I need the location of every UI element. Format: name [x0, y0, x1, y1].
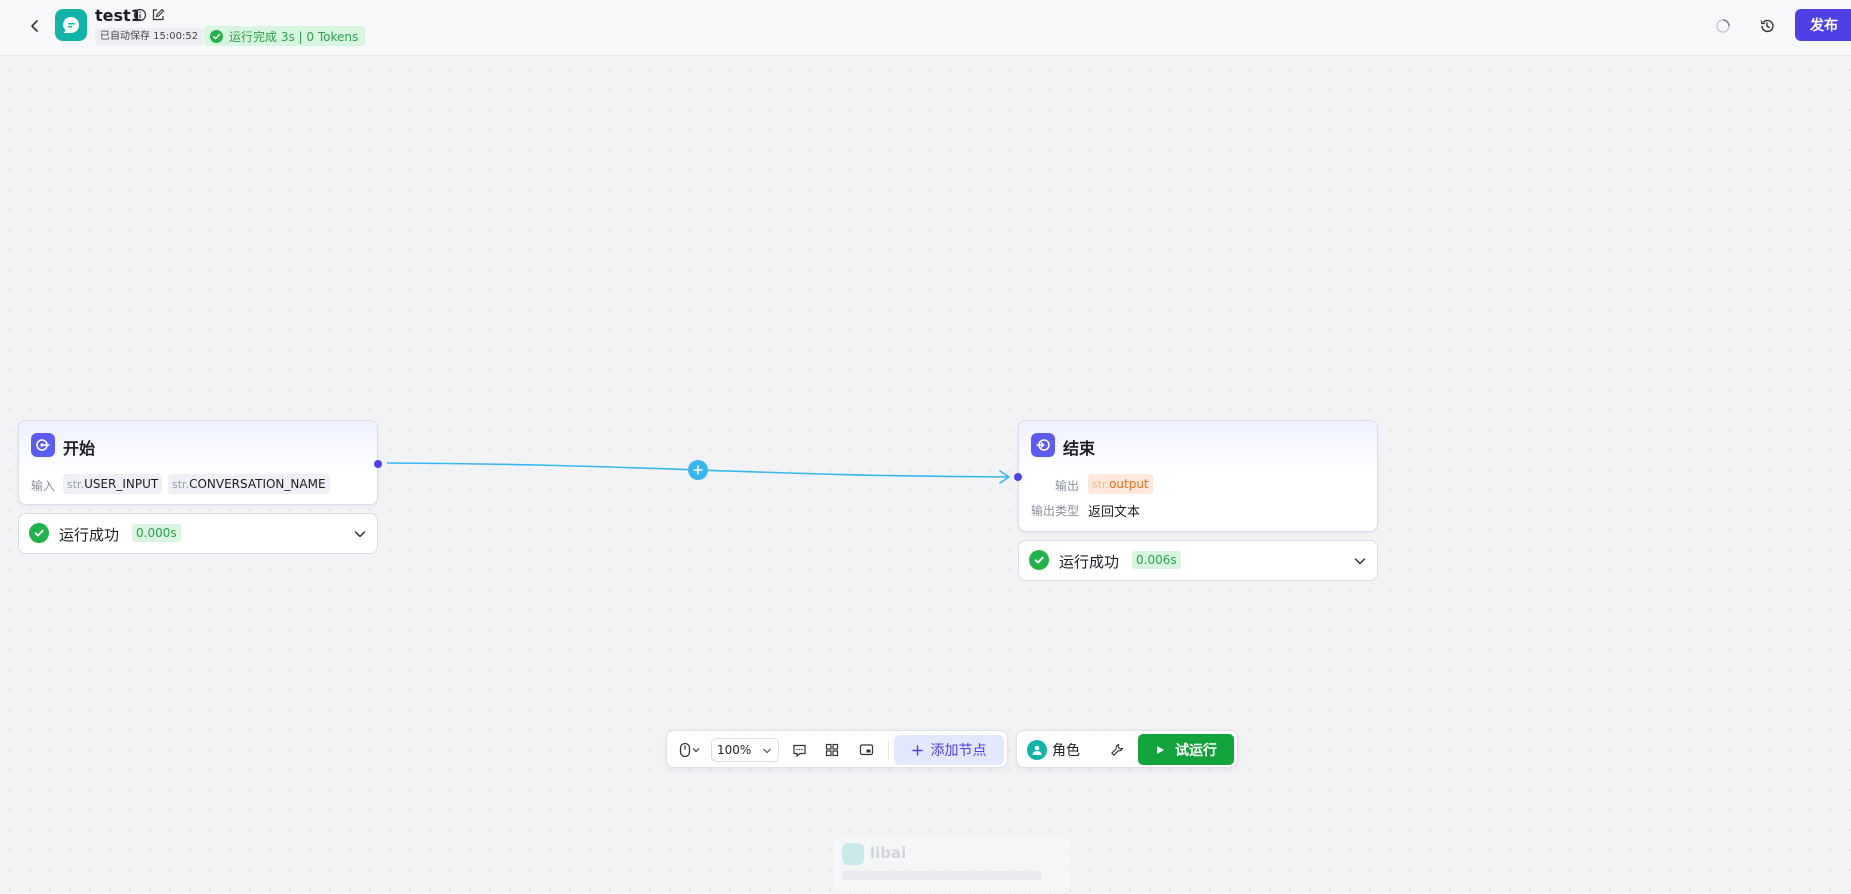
run-status-text: 运行完成 3s | 0 Tokens [229, 29, 359, 44]
result-label: 运行成功 [1059, 553, 1120, 571]
output-type-value: 返回文本 [1088, 505, 1141, 520]
try-run-button[interactable]: 试运行 [1138, 734, 1234, 765]
history-icon [1760, 19, 1774, 33]
check-icon [34, 529, 44, 537]
chevron-down-icon[interactable] [353, 527, 367, 541]
chevron-down-icon [763, 748, 771, 754]
start-node-title: 开始 [63, 439, 96, 458]
edit-icon[interactable] [151, 8, 165, 22]
loading-indicator [1711, 14, 1735, 38]
success-check [1029, 550, 1049, 570]
output-label: 输出 [1055, 479, 1080, 493]
grid-icon [825, 743, 839, 757]
edge-add-button[interactable] [688, 460, 708, 480]
end-run-result[interactable]: 运行成功 0.006s [1018, 540, 1378, 581]
try-run-label: 试运行 [1175, 742, 1217, 759]
role-avatar [1027, 740, 1047, 760]
app-logo [55, 9, 87, 41]
chevron-down-icon[interactable] [1353, 554, 1367, 568]
var-type: str. [67, 478, 85, 491]
user-icon [1032, 745, 1042, 755]
role-label: 角色 [1052, 743, 1080, 759]
top-header: test1 已自动保存 15:00:52 运行完成 3s | 0 Tokens … [0, 0, 1851, 56]
minimap-button[interactable] [854, 738, 878, 762]
wrench-icon [1111, 743, 1124, 756]
plus-icon [911, 744, 923, 756]
result-time-badge: 0.006s [1132, 551, 1181, 569]
back-button[interactable] [22, 13, 48, 39]
history-button[interactable] [1755, 14, 1779, 38]
start-node-icon-wrap [31, 433, 55, 457]
result-time-badge: 0.000s [132, 524, 181, 542]
end-node[interactable]: 结束 输出 str.output 输出类型 返回文本 [1014, 420, 1378, 532]
autosave-status: 已自动保存 15:00:52 [95, 28, 204, 45]
var-type: str. [172, 478, 190, 491]
plus-icon [693, 465, 703, 475]
input-label: 输入 [31, 479, 56, 493]
output-var-tag: str.output [1088, 474, 1153, 494]
role-button[interactable]: 角色 [1027, 738, 1080, 762]
play-icon [1157, 745, 1164, 754]
input-var-tag: str.CONVERSATION_NAME [168, 474, 330, 494]
debug-tools-button[interactable] [1105, 738, 1129, 762]
check-circle-icon [210, 29, 223, 43]
output-port[interactable] [374, 460, 382, 468]
input-var-tag: str.USER_INPUT [63, 474, 163, 494]
ghost-name: libai [870, 844, 907, 862]
mouse-icon [679, 742, 691, 758]
var-name: CONVERSATION_NAME [189, 477, 326, 491]
toolbar-divider [888, 741, 889, 759]
success-check [29, 523, 49, 543]
comment-button[interactable] [787, 738, 811, 762]
interaction-mode-button[interactable] [675, 738, 705, 762]
run-status-badge: 运行完成 3s | 0 Tokens [204, 26, 366, 46]
check-icon [1034, 556, 1044, 564]
app-chat-icon [63, 17, 79, 33]
chevron-down-icon [692, 748, 700, 753]
loading-icon [1716, 19, 1730, 33]
ghost-logo [842, 843, 864, 865]
end-node-icon [1036, 439, 1050, 451]
back-arrow-icon [31, 20, 38, 32]
start-node[interactable]: 开始 输入 str.USER_INPUT str.CONVERSATION_NA… [18, 420, 382, 505]
publish-button[interactable]: 发布 [1795, 9, 1851, 41]
result-label: 运行成功 [59, 526, 120, 544]
var-name: output [1109, 477, 1149, 491]
end-node-icon-wrap [1031, 433, 1055, 457]
ghost-description [842, 871, 1042, 880]
zoom-value: 100% [717, 743, 752, 757]
var-name: USER_INPUT [84, 477, 159, 491]
add-node-label: 添加节点 [930, 743, 987, 759]
canvas-toolbar: 100% 添加节点 [666, 730, 1008, 768]
faded-agent-card: libai [834, 836, 1070, 892]
minimap-icon [859, 744, 873, 756]
info-icon[interactable] [133, 8, 147, 22]
run-toolbar: 角色 试运行 [1016, 730, 1238, 768]
add-node-button[interactable]: 添加节点 [894, 735, 1004, 765]
auto-layout-button[interactable] [820, 738, 844, 762]
var-type: str. [1092, 478, 1110, 491]
comment-icon [792, 744, 806, 757]
zoom-select[interactable]: 100% [711, 738, 779, 762]
start-run-result[interactable]: 运行成功 0.000s [18, 513, 378, 554]
output-type-label: 输出类型 [1031, 504, 1080, 518]
input-port[interactable] [1014, 473, 1022, 481]
end-node-title: 结束 [1063, 439, 1096, 458]
start-node-icon [36, 439, 50, 451]
